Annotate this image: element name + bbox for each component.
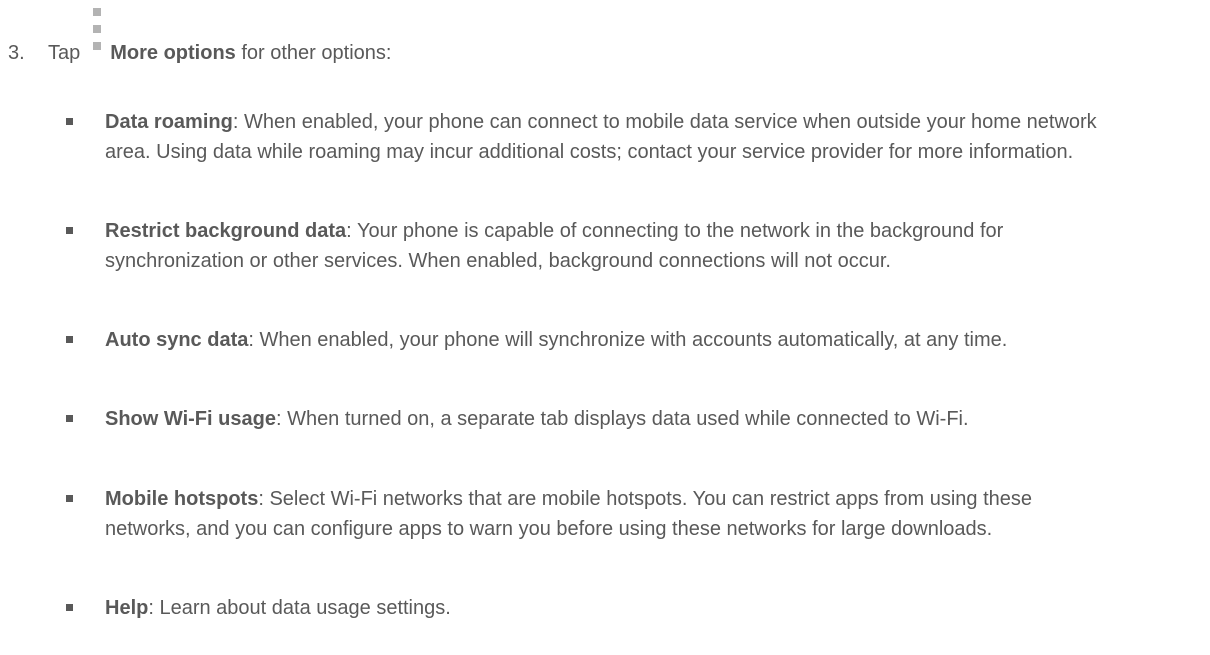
option-title: Help bbox=[105, 597, 149, 619]
bullet-icon bbox=[66, 415, 73, 422]
option-title: Show Wi-Fi usage bbox=[105, 408, 276, 430]
bullet-icon bbox=[66, 604, 73, 611]
option-separator: : bbox=[248, 329, 254, 351]
option-description: When turned on, a separate tab displays … bbox=[287, 408, 969, 430]
option-separator: : bbox=[275, 408, 282, 430]
bullet-icon bbox=[66, 495, 73, 502]
menu-dot-icon bbox=[93, 8, 101, 16]
step-number: 3. bbox=[8, 42, 25, 64]
manual-page: 3. Tap More options for other options: Dat… bbox=[0, 0, 1210, 655]
step-prefix: Tap bbox=[48, 42, 81, 64]
step-suffix: for other options: bbox=[241, 42, 392, 64]
option-auto-sync-data: Auto sync data: When enabled, your phone… bbox=[66, 325, 1115, 355]
bullet-icon bbox=[66, 336, 73, 343]
option-restrict-background-data: Restrict background data: Your phone is … bbox=[66, 216, 1115, 276]
bullet-icon bbox=[66, 227, 73, 234]
option-mobile-hotspots: Mobile hotspots: Select Wi-Fi networks t… bbox=[66, 484, 1115, 544]
option-title: Data roaming bbox=[105, 111, 233, 133]
option-title: Mobile hotspots bbox=[105, 488, 259, 510]
option-title: Restrict background data bbox=[105, 220, 347, 242]
more-options-label: More options bbox=[110, 42, 236, 64]
option-separator: : bbox=[148, 597, 154, 619]
step-instruction: 3. Tap More options for other options: bbox=[8, 40, 391, 66]
option-description: When enabled, your phone will synchroniz… bbox=[259, 329, 1008, 351]
option-separator: : bbox=[346, 220, 352, 242]
menu-dot-icon bbox=[93, 25, 101, 33]
option-description: Learn about data usage settings. bbox=[159, 597, 451, 619]
option-description: When enabled, your phone can connect to … bbox=[105, 111, 1097, 163]
option-separator: : bbox=[258, 488, 264, 510]
option-help: Help: Learn about data usage settings. bbox=[66, 593, 1115, 623]
option-separator: : bbox=[232, 111, 239, 133]
option-data-roaming: Data roaming: When enabled, your phone c… bbox=[66, 107, 1115, 167]
bullet-icon bbox=[66, 118, 73, 125]
option-show-wifi-usage: Show Wi-Fi usage: When turned on, a sepa… bbox=[66, 404, 1115, 434]
option-title: Auto sync data bbox=[105, 329, 249, 351]
